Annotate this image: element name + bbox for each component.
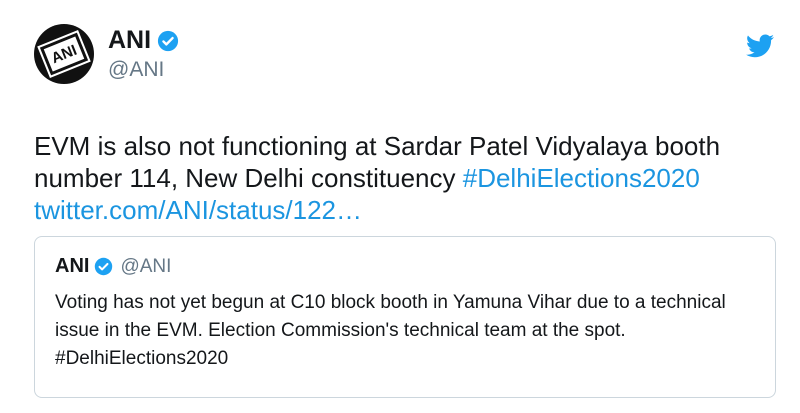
hashtag-link[interactable]: #DelhiElections2020: [463, 163, 700, 193]
author-name-row: ANI: [108, 26, 179, 55]
quoted-author-name: ANI: [55, 255, 90, 277]
tweet-header: ANI ANI @ANI: [34, 20, 780, 84]
quoted-tweet-text: Voting has not yet begun at C10 block bo…: [55, 292, 726, 369]
author-info: ANI @ANI: [108, 26, 179, 82]
author-name[interactable]: ANI: [108, 26, 151, 55]
tweet-card: ANI ANI @ANI EVM is also not functioning…: [0, 0, 800, 413]
quoted-author-row: ANI @ANI: [55, 255, 755, 278]
avatar[interactable]: ANI: [34, 24, 94, 84]
author-handle[interactable]: @ANI: [108, 58, 179, 82]
twitter-bird-icon[interactable]: [746, 34, 774, 58]
quoted-tweet[interactable]: ANI @ANI Voting has not yet begun at C10…: [34, 236, 776, 398]
verified-badge-icon: [157, 30, 179, 51]
avatar-logo: ANI: [37, 29, 91, 79]
status-link[interactable]: twitter.com/ANI/status/122…: [34, 195, 362, 225]
quoted-author-handle: @ANI: [120, 255, 172, 277]
tweet-text: EVM is also not functioning at Sardar Pa…: [34, 130, 774, 226]
verified-badge-icon: [95, 257, 113, 276]
